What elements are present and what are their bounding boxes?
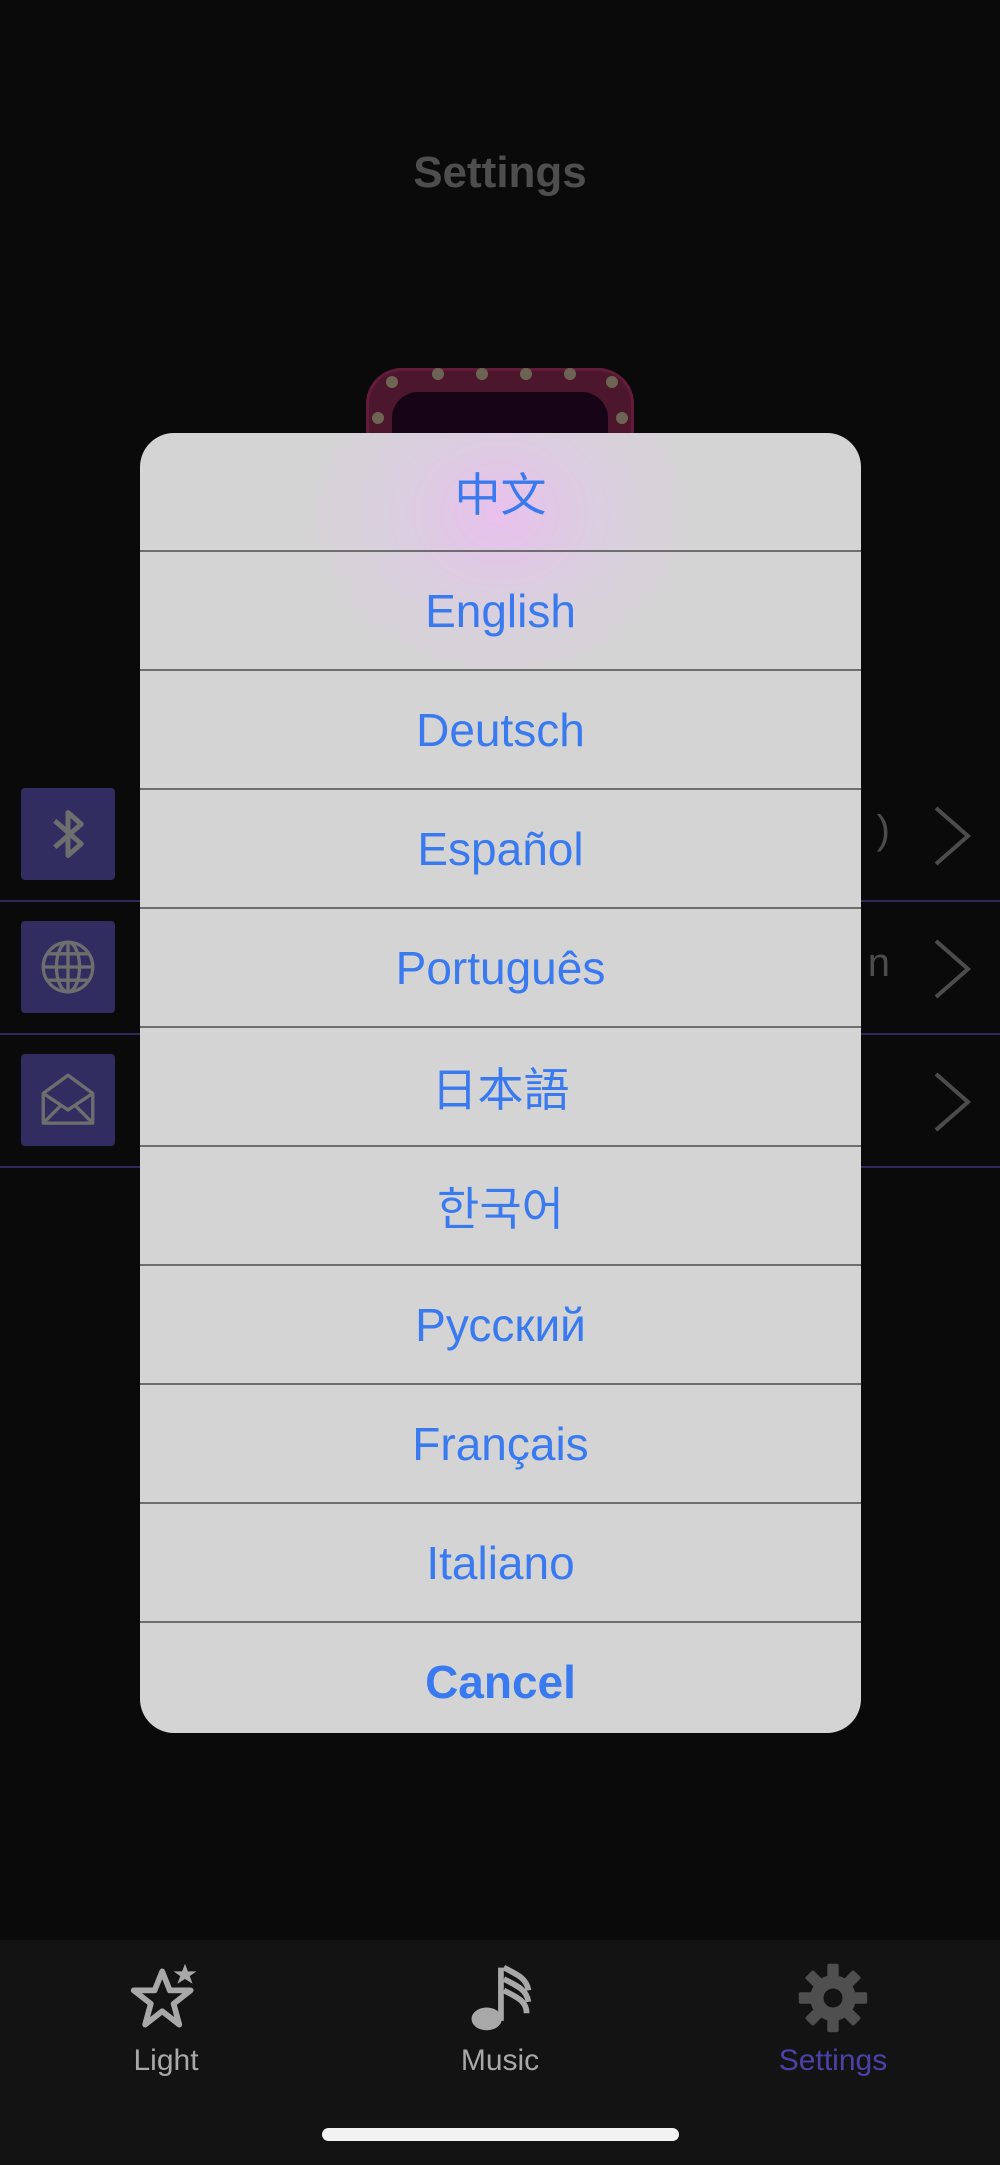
tab-settings[interactable]: Settings: [733, 1960, 933, 2078]
language-option-german[interactable]: Deutsch: [140, 671, 861, 790]
language-option-italian[interactable]: Italiano: [140, 1504, 861, 1623]
tab-label: Light: [133, 2044, 199, 2077]
language-option-korean[interactable]: 한국어: [140, 1147, 861, 1266]
language-option-russian[interactable]: Русский: [140, 1266, 861, 1385]
tab-label: Music: [460, 2044, 540, 2077]
tab-light[interactable]: Light: [66, 1960, 266, 2078]
home-indicator[interactable]: [322, 2128, 679, 2141]
language-option-french[interactable]: Français: [140, 1385, 861, 1504]
tab-label: Settings: [778, 2044, 888, 2077]
language-option-chinese[interactable]: 中文: [140, 433, 861, 552]
music-note-icon: [471, 1965, 532, 2031]
language-option-spanish[interactable]: Español: [140, 790, 861, 909]
language-action-sheet: 中文 English Deutsch Español Português 日本語…: [140, 433, 861, 1733]
gear-icon: [798, 1963, 868, 2033]
language-option-english[interactable]: English: [140, 552, 861, 671]
tab-music[interactable]: Music: [400, 1960, 600, 2078]
language-option-portuguese[interactable]: Português: [140, 909, 861, 1028]
cancel-button[interactable]: Cancel: [140, 1623, 861, 1733]
star-icon: [130, 1963, 197, 2028]
language-option-japanese[interactable]: 日本語: [140, 1028, 861, 1147]
